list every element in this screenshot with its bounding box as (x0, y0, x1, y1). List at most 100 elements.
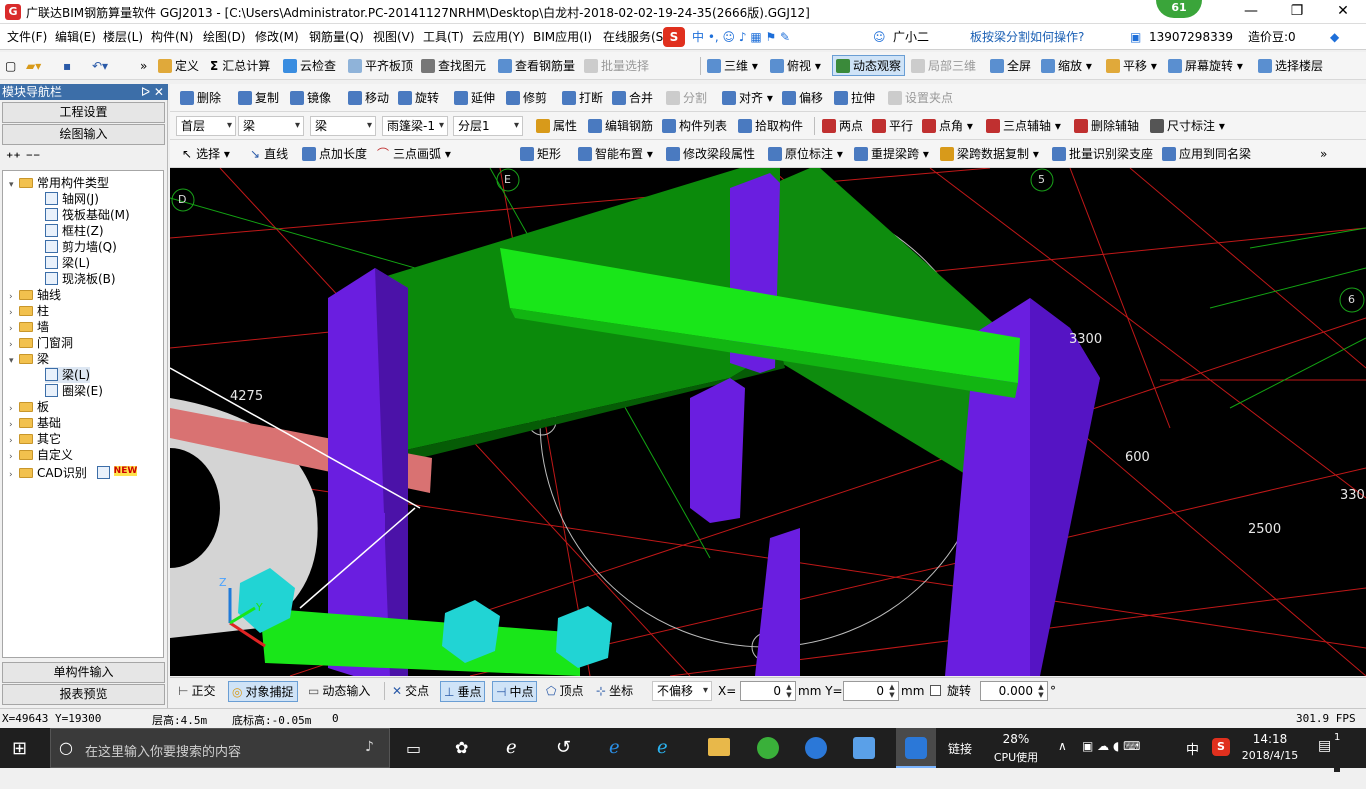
extend-button[interactable]: 延伸 (454, 88, 495, 108)
re-extract-span-button[interactable]: 重提梁跨 ▾ (854, 144, 929, 164)
view-rebar-button[interactable]: 查看钢筋量 (498, 56, 575, 76)
menu-bim[interactable]: BIM应用(I) (533, 24, 592, 50)
line-button[interactable]: ↘ 直线 (250, 144, 288, 164)
delete-button[interactable]: 删除 (180, 88, 221, 108)
close-button[interactable]: ✕ (1320, 0, 1366, 24)
apply-same-name-button[interactable]: 应用到同名梁 (1162, 144, 1251, 164)
component-list-button[interactable]: 构件列表 (662, 116, 727, 136)
tree-node-other[interactable]: › 其它 (9, 431, 61, 447)
tree-node-axis[interactable]: › 轴线 (9, 287, 61, 303)
screen-rotate-button[interactable]: 屏幕旋转 ▾ (1168, 56, 1243, 76)
layer-select[interactable]: 分层1 (453, 116, 523, 136)
menu-draw[interactable]: 绘图(D) (203, 24, 246, 50)
batch-identify-support-button[interactable]: 批量识别梁支座 (1052, 144, 1153, 164)
action-center-icon[interactable]: ▤ (1318, 738, 1331, 778)
rotate-checkbox[interactable]: 旋转 (930, 681, 971, 701)
pinwheel-app-icon[interactable]: ✿ (455, 738, 468, 778)
dynamic-input-toggle[interactable]: ▭ 动态输入 (308, 681, 370, 701)
copy-button[interactable]: 复制 (238, 88, 279, 108)
undo-icon[interactable]: ↶▾ (92, 56, 108, 76)
single-component-button[interactable]: 单构件输入 (2, 662, 165, 683)
tree-node-column[interactable]: › 柱 (9, 303, 49, 319)
user-phone[interactable]: 13907298339 (1149, 24, 1233, 50)
align-button[interactable]: 对齐 ▾ (722, 88, 773, 108)
save-icon[interactable]: ▪ (63, 56, 71, 76)
3d-view-button[interactable]: 三维 ▾ (707, 56, 758, 76)
menu-component[interactable]: 构件(N) (151, 24, 193, 50)
expand-collapse-icons[interactable]: ⁺⁺ ⁻⁻ (6, 150, 40, 166)
floor-select[interactable]: 首层 (176, 116, 236, 136)
tray-icons[interactable]: ▣ ☁ ◖ ⌨ (1082, 739, 1140, 779)
links-label[interactable]: 链接 (948, 740, 972, 780)
tree-node-beam[interactable]: ▾ 梁 (9, 351, 49, 367)
three-point-axis-button[interactable]: 三点辅轴 ▾ (986, 116, 1061, 136)
set-grip-button[interactable]: 设置夹点 (888, 88, 953, 108)
ime-toolbar-icons[interactable]: 中 •, ☺ ♪ ▦ ⚑ ✎ (692, 24, 790, 50)
object-snap-toggle[interactable]: ◎ 对象捕捉 (228, 681, 298, 702)
menu-edit[interactable]: 编辑(E) (55, 24, 96, 50)
menu-rebar[interactable]: 钢筋量(Q) (309, 24, 364, 50)
vertex-snap[interactable]: ⬠ 顶点 (546, 681, 583, 701)
category-select[interactable]: 梁 (238, 116, 304, 136)
summary-button[interactable]: Σ 汇总计算 (210, 56, 270, 76)
move-button[interactable]: 移动 (348, 88, 389, 108)
tree-node-wall[interactable]: › 墙 (9, 319, 49, 335)
menu-file[interactable]: 文件(F) (7, 24, 47, 50)
y-spinner-icon[interactable]: ▲ ▼ (887, 683, 897, 699)
notification-icon[interactable]: ◆ (1330, 24, 1339, 50)
find-element-button[interactable]: 查找图元 (421, 56, 486, 76)
parallel-button[interactable]: 平行 (872, 116, 913, 136)
tree-item-slab[interactable]: 现浇板(B) (45, 271, 116, 287)
intersection-snap[interactable]: ✕ 交点 (392, 681, 429, 701)
component-select[interactable]: 雨篷梁-1 (382, 116, 448, 136)
tree-item-beam-common[interactable]: 梁(L) (45, 255, 90, 271)
menu-cloud[interactable]: 云应用(Y) (472, 24, 525, 50)
tree-node-common[interactable]: ▾ 常用构件类型 (9, 175, 109, 191)
refresh-app-icon[interactable]: ↺ (556, 737, 571, 777)
point-length-button[interactable]: 点加长度 (302, 144, 367, 164)
stretch-button[interactable]: 拉伸 (834, 88, 875, 108)
tree-item-beam-selected[interactable]: 梁(L) (45, 367, 91, 383)
3d-viewport[interactable]: D E 5 6 4275 3300 600 2500 330 Z Y (170, 168, 1366, 676)
tree-node-foundation[interactable]: › 基础 (9, 415, 61, 431)
tree-item-shear-wall[interactable]: 剪力墙(Q) (45, 239, 117, 255)
rotate-button[interactable]: 旋转 (398, 88, 439, 108)
assistant-icon[interactable]: ☺ (873, 24, 886, 50)
align-slab-button[interactable]: 平齐板顶 (348, 56, 413, 76)
fullscreen-button[interactable]: 全屏 (990, 56, 1031, 76)
cloud-check-button[interactable]: 云检查 (283, 56, 336, 76)
maximize-button[interactable]: ❐ (1274, 0, 1320, 24)
pan-button[interactable]: 平移 ▾ (1106, 56, 1157, 76)
mirror-button[interactable]: 镜像 (290, 88, 331, 108)
tree-item-raft[interactable]: 筏板基础(M) (45, 207, 130, 223)
pick-component-button[interactable]: 拾取构件 (738, 116, 803, 136)
midpoint-snap[interactable]: ⊣ 中点 (492, 681, 538, 702)
y-input[interactable]: 0 ▲ ▼ (843, 681, 899, 701)
zoom-button[interactable]: 缩放 ▾ (1041, 56, 1092, 76)
point-angle-button[interactable]: 点角 ▾ (922, 116, 973, 136)
delete-axis-button[interactable]: 删除辅轴 (1074, 116, 1139, 136)
rectangle-button[interactable]: 矩形 (520, 144, 561, 164)
three-point-arc-button[interactable]: ⌒ 三点画弧 ▾ (377, 144, 451, 164)
report-preview-button[interactable]: 报表预览 (2, 684, 165, 705)
type-select[interactable]: 梁 (310, 116, 376, 136)
rotate-spinner-icon[interactable]: ▲ ▼ (1036, 683, 1046, 699)
tree-node-cad[interactable]: › CAD识别 NEW (9, 463, 138, 480)
new-file-icon[interactable]: ▢ (5, 56, 16, 76)
menu-tools[interactable]: 工具(T) (423, 24, 464, 50)
in-situ-annotation-button[interactable]: 原位标注 ▾ (768, 144, 843, 164)
merge-button[interactable]: 合并 (612, 88, 653, 108)
rotate-checkbox-box[interactable] (930, 685, 941, 696)
tree-node-custom[interactable]: › 自定义 (9, 447, 73, 463)
menu-view[interactable]: 视图(V) (373, 24, 415, 50)
minimize-button[interactable]: — (1228, 0, 1274, 24)
active-app-button[interactable] (896, 728, 936, 768)
panel-pin-close-icons[interactable]: ᐅ ✕ (141, 84, 164, 100)
copy-span-data-button[interactable]: 梁跨数据复制 ▾ (940, 144, 1039, 164)
sogou-ime-icon[interactable]: S (663, 27, 685, 47)
x-input[interactable]: 0 ▲ ▼ (740, 681, 796, 701)
coordinate-snap[interactable]: ⊹ 坐标 (596, 681, 633, 701)
two-point-button[interactable]: 两点 (822, 116, 863, 136)
top-view-button[interactable]: 俯视 ▾ (770, 56, 821, 76)
modify-beam-segment-button[interactable]: 修改梁段属性 (666, 144, 755, 164)
